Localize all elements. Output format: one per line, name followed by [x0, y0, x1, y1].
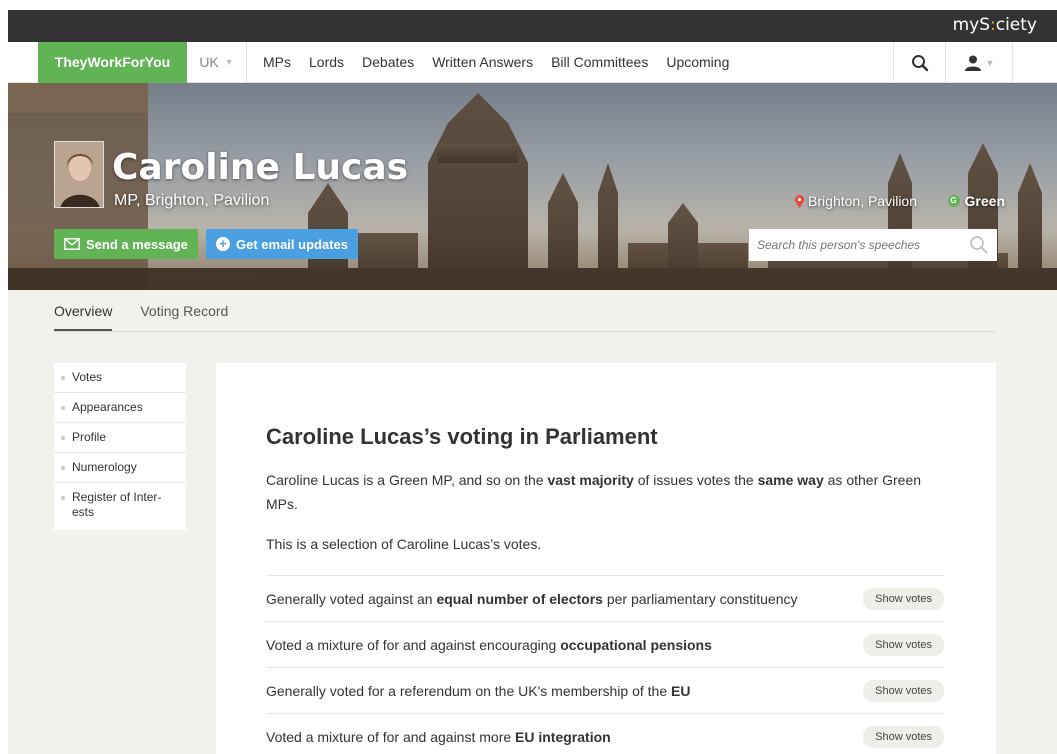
user-icon — [964, 55, 981, 71]
envelope-icon — [64, 238, 80, 250]
nav-link-bill-committees[interactable]: Bill Committees — [551, 54, 648, 70]
vote-row: Generally voted against an equal number … — [266, 576, 944, 622]
send-message-button[interactable]: Send a message — [54, 229, 198, 259]
map-pin-icon — [795, 194, 805, 208]
vote-row: Voted a mixture of for and against encou… — [266, 622, 944, 668]
browser-frame: myS:ciety TheyWorkForYou UK ▼ MPs Lords … — [8, 10, 1057, 754]
plus-icon: + — [216, 237, 230, 251]
profile-tabs: Overview Voting Record — [54, 290, 996, 332]
page-title: Caroline Lucas’s voting in Parliament — [266, 424, 658, 449]
show-votes-button[interactable]: Show votes — [863, 587, 944, 610]
party-badge: G Green — [947, 193, 1005, 209]
chevron-down-icon: ▼ — [985, 57, 995, 68]
selection-text: This is a selection of Caroline Lucas’s … — [266, 536, 542, 552]
nav-link-written-answers[interactable]: Written Answers — [432, 54, 533, 70]
send-message-label: Send a message — [86, 236, 188, 252]
vote-summary: Generally voted for a referendum on the … — [266, 682, 691, 699]
intro-text: Caroline Lucas is a Green MP, and so on … — [266, 472, 922, 512]
nav-link-upcoming[interactable]: Upcoming — [666, 54, 729, 70]
search-icon — [911, 54, 928, 71]
vote-summary: Voted a mixture of for and against more … — [266, 728, 611, 745]
region-dropdown[interactable]: UK ▼ — [187, 41, 247, 83]
mysociety-logo[interactable]: myS:ciety — [953, 15, 1037, 35]
show-votes-button[interactable]: Show votes — [863, 633, 944, 656]
nav-link-debates[interactable]: Debates — [362, 54, 414, 70]
mp-name: Caroline Lucas — [112, 147, 409, 188]
constituency-link[interactable]: Brighton, Pavilion — [795, 193, 917, 209]
vote-summary: Voted a mixture of for and against encou… — [266, 636, 712, 653]
vote-row: Generally voted for a referendum on the … — [266, 668, 944, 714]
section-nav-profile[interactable]: Profile — [54, 423, 186, 453]
vote-summary: Generally voted against an equal number … — [266, 590, 798, 607]
tab-voting-record[interactable]: Voting Record — [140, 290, 228, 331]
region-label: UK — [199, 54, 219, 70]
section-nav-numerology[interactable]: Numerology — [54, 453, 186, 483]
email-updates-button[interactable]: + Get email updates — [206, 229, 358, 259]
email-updates-label: Get email updates — [236, 236, 348, 252]
section-nav-appearances[interactable]: Appearances — [54, 393, 186, 423]
constituency-label: Brighton, Pavilion — [808, 193, 917, 209]
vote-list: Generally voted against an equal number … — [266, 575, 944, 754]
main-nav: TheyWorkForYou UK ▼ MPs Lords Debates Wr… — [8, 41, 1057, 83]
section-nav-votes[interactable]: Votes — [54, 363, 186, 393]
speech-search-input[interactable] — [757, 238, 957, 252]
nav-link-lords[interactable]: Lords — [309, 54, 344, 70]
section-nav: Votes Appearances Profile Numerology Reg… — [54, 363, 186, 530]
voting-panel: Caroline Lucas’s voting in Parliament Ca… — [216, 363, 996, 754]
nav-right: ▼ — [893, 42, 1013, 83]
mysociety-bar: myS:ciety — [8, 10, 1057, 42]
nav-link-mps[interactable]: MPs — [263, 54, 291, 70]
tab-overview[interactable]: Overview — [54, 290, 113, 331]
profile-hero: Caroline Lucas MP, Brighton, Pavilion Se… — [8, 83, 1057, 290]
site-logo[interactable]: TheyWorkForYou — [38, 41, 187, 83]
mp-subtitle: MP, Brighton, Pavilion — [114, 192, 270, 209]
speech-search — [749, 229, 997, 261]
vote-row: Voted a mixture of for and against more … — [266, 714, 944, 754]
chevron-down-icon: ▼ — [224, 57, 234, 67]
show-votes-button[interactable]: Show votes — [863, 679, 944, 702]
search-button[interactable] — [893, 42, 945, 83]
search-icon[interactable] — [969, 235, 989, 255]
nav-links: MPs Lords Debates Written Answers Bill C… — [263, 54, 729, 70]
section-nav-register-of-interests[interactable]: Register of Inter-ests — [54, 483, 186, 530]
user-menu-button[interactable]: ▼ — [945, 42, 1013, 83]
show-votes-button[interactable]: Show votes — [863, 725, 944, 748]
party-label: Green — [964, 193, 1005, 209]
party-dot-icon: G — [947, 195, 960, 207]
mp-photo — [54, 141, 104, 208]
